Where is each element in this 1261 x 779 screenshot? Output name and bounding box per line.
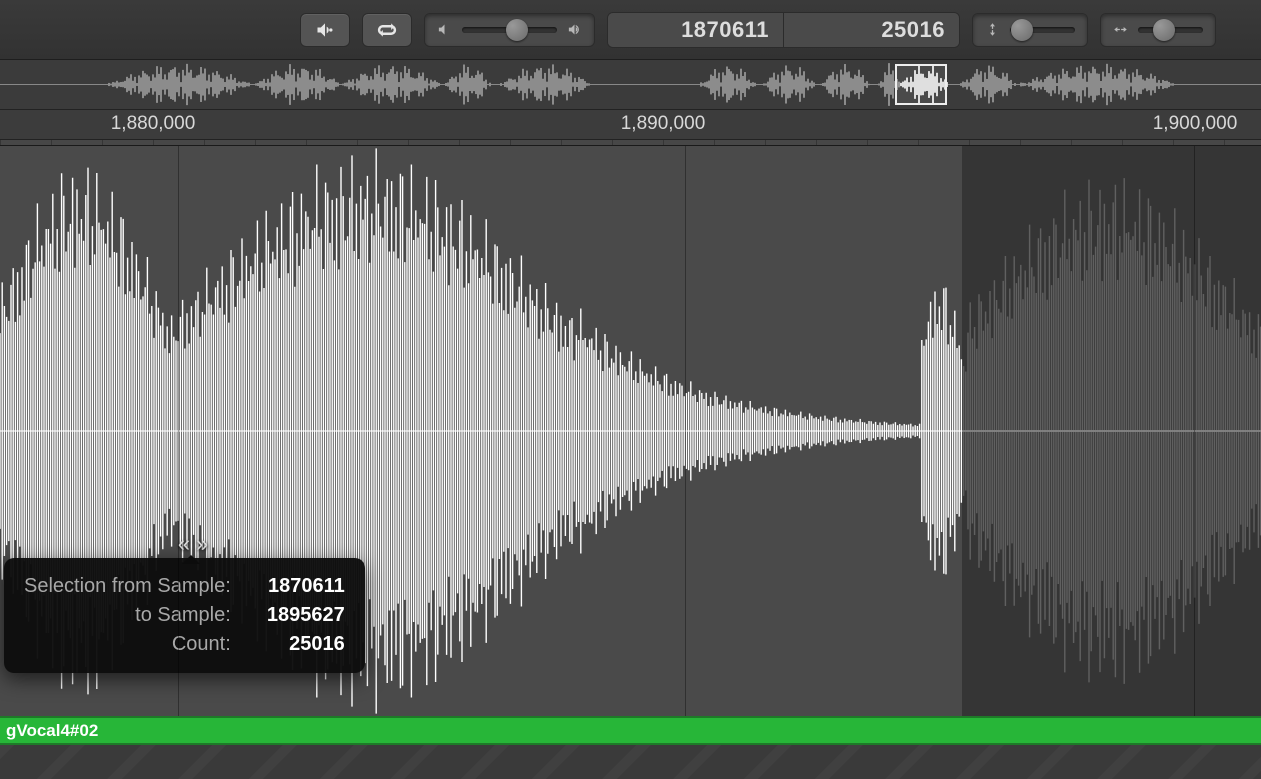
ruler-tick: 1,890,000 xyxy=(621,113,706,135)
toolbar: 1870611 25016 xyxy=(0,0,1261,60)
waveform-overview[interactable] xyxy=(0,60,1261,110)
sample-ruler[interactable]: 1,880,000 1,890,000 1,900,000 xyxy=(0,110,1261,140)
overview-waveform-graphic xyxy=(0,60,1261,109)
preview-volume-slider[interactable] xyxy=(424,13,595,47)
vol-low-icon xyxy=(437,22,452,37)
vol-high-icon xyxy=(567,22,582,37)
slider-knob[interactable] xyxy=(506,19,528,41)
speaker-icon xyxy=(315,20,335,40)
ruler-tick: 1,880,000 xyxy=(111,113,196,135)
tooltip-count-label: Count: xyxy=(24,630,231,659)
overview-viewport-box[interactable] xyxy=(895,64,947,105)
tooltip-from-value: 1870611 xyxy=(245,572,345,601)
horizontal-arrows-icon xyxy=(1113,22,1128,37)
tooltip-count-value: 25016 xyxy=(245,630,345,659)
position-display-pair: 1870611 25016 xyxy=(607,12,960,48)
tooltip-to-label: to Sample: xyxy=(24,601,231,630)
selection-length-field[interactable]: 25016 xyxy=(784,13,959,47)
slider-knob[interactable] xyxy=(1011,19,1033,41)
slider-knob[interactable] xyxy=(1153,19,1175,41)
tooltip-from-label: Selection from Sample: xyxy=(24,572,231,601)
empty-track-lane xyxy=(0,745,1261,779)
vertical-arrows-icon xyxy=(985,22,1000,37)
sample-position-field[interactable]: 1870611 xyxy=(608,13,783,47)
tooltip-to-value: 1895627 xyxy=(245,601,345,630)
waveform-editor[interactable]: « » Selection from Sample: 1870611 to Sa… xyxy=(0,146,1261,716)
selection-info-tooltip: Selection from Sample: 1870611 to Sample… xyxy=(4,558,365,673)
ruler-tick: 1,900,000 xyxy=(1153,113,1238,135)
vertical-zoom-slider[interactable] xyxy=(972,13,1088,47)
track-region-name: gVocal4#02 xyxy=(6,721,98,741)
track-region-bar[interactable]: gVocal4#02 xyxy=(0,716,1261,745)
horizontal-zoom-slider[interactable] xyxy=(1100,13,1216,47)
unselected-region xyxy=(962,146,1261,716)
speaker-preview-button[interactable] xyxy=(300,13,350,47)
cycle-button[interactable] xyxy=(362,13,412,47)
cycle-icon xyxy=(377,20,397,40)
